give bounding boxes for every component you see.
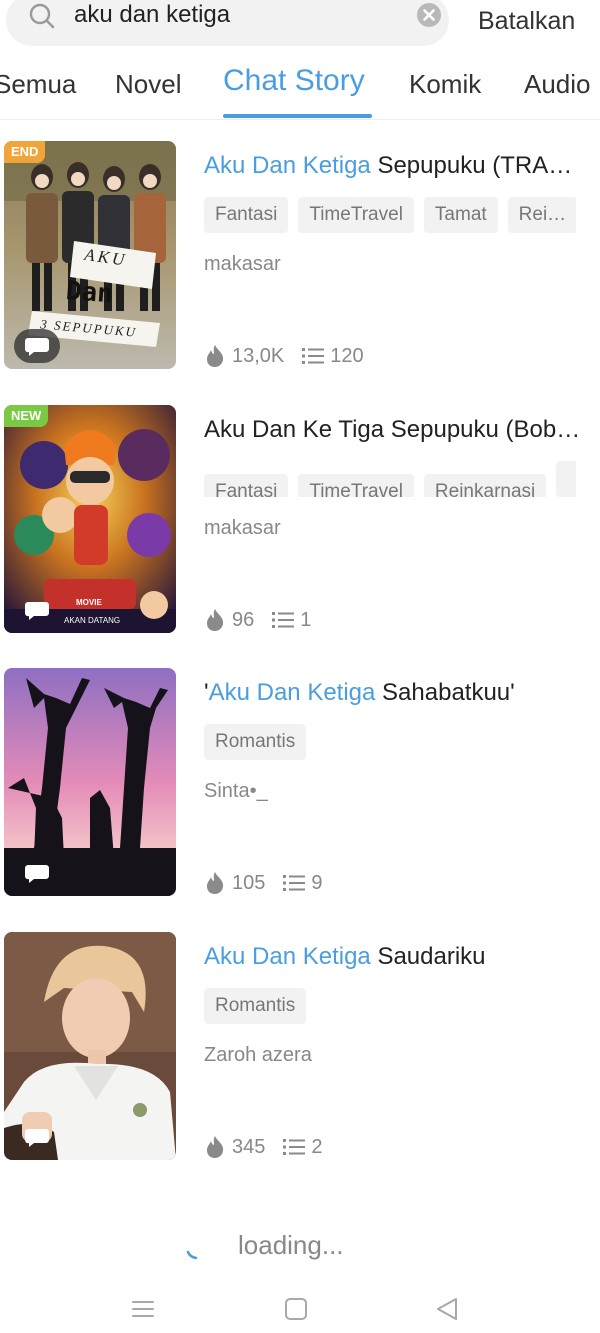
chat-story-icon — [24, 865, 49, 883]
tab-chat-story[interactable]: Chat Story — [223, 65, 365, 97]
chapter-count: 1 — [300, 608, 312, 631]
story-title[interactable]: Aku Dan Ke Tiga Sepupuku (Bob… — [204, 415, 590, 445]
list-icon — [283, 1138, 306, 1155]
chat-story-icon — [14, 329, 60, 363]
tag[interactable] — [556, 461, 576, 497]
menu-icon[interactable] — [130, 1296, 156, 1322]
tag[interactable]: TimeTravel — [298, 197, 414, 233]
system-nav-bar — [0, 1284, 600, 1333]
tag-list: Romantis — [204, 988, 576, 1024]
tab-semua[interactable]: Semua — [0, 68, 76, 100]
title-highlight: Aku Dan Ketiga — [204, 152, 371, 179]
tag[interactable]: Fantasi — [204, 474, 289, 497]
tag[interactable]: TimeTravel — [298, 474, 414, 497]
result-item[interactable]: MOVIE AKAN DATANG NEW Aku Dan Ke Tiga Se… — [0, 405, 600, 645]
story-stats: 96 1 — [204, 605, 329, 633]
view-count: 96 — [232, 608, 255, 631]
chapter-count: 120 — [330, 344, 364, 367]
story-stats: 13,0K 120 — [204, 341, 382, 369]
chat-story-icon — [24, 1129, 49, 1147]
fire-icon — [207, 1135, 224, 1158]
home-icon[interactable] — [283, 1296, 309, 1322]
author-name: Zaroh azera — [204, 1044, 312, 1066]
loading-text: loading... — [238, 1230, 344, 1260]
tag[interactable]: Tamat — [423, 197, 498, 233]
tab-novel[interactable]: Novel — [115, 68, 181, 100]
new-badge: NEW — [4, 405, 49, 427]
tag[interactable]: Rei… — [507, 197, 576, 233]
tag[interactable]: Fantasi — [204, 197, 289, 233]
author-name: makasar — [204, 517, 281, 539]
tab-audio[interactable]: Audio — [524, 68, 591, 100]
result-item[interactable]: 'Aku Dan Ketiga Sahabatkuu' Romantis Sin… — [0, 668, 600, 908]
chapter-count: 2 — [311, 1135, 323, 1158]
tag-list: Fantasi TimeTravel Reinkarnasi — [204, 461, 576, 497]
list-icon — [283, 874, 306, 891]
clear-icon[interactable] — [415, 1, 443, 29]
search-icon — [29, 3, 55, 29]
title-rest: Saudariku — [370, 943, 486, 970]
loading-indicator: loading... — [0, 1224, 600, 1268]
view-count: 13,0K — [232, 344, 285, 367]
tab-komik[interactable]: Komik — [409, 68, 481, 100]
title-highlight: Aku Dan Ketiga — [204, 943, 371, 970]
list-icon — [302, 347, 325, 364]
search-input[interactable]: aku dan ketiga — [74, 0, 230, 30]
back-icon[interactable] — [434, 1296, 460, 1322]
result-item[interactable]: AKU Dan 3 SEPUPUKU END Aku Dan Ketiga Se… — [0, 141, 600, 381]
cover-title-word: MOVIE — [76, 598, 102, 607]
view-count: 105 — [232, 871, 266, 894]
fire-icon — [207, 608, 224, 631]
end-badge: END — [4, 141, 46, 163]
tag-list: Romantis — [204, 724, 576, 760]
story-title[interactable]: Aku Dan Ketiga Saudariku — [204, 942, 590, 972]
story-title[interactable]: 'Aku Dan Ketiga Sahabatkuu' — [204, 678, 590, 708]
story-stats: 105 9 — [204, 868, 341, 896]
story-stats: 345 2 — [204, 1132, 341, 1160]
story-title[interactable]: Aku Dan Ketiga Sepupuku (TRA… — [204, 151, 590, 181]
author-name: makasar — [204, 253, 281, 275]
list-icon — [272, 611, 295, 628]
search-bar: aku dan ketiga Batalkan — [0, 0, 600, 48]
title-highlight: Aku Dan Ketiga — [208, 679, 376, 706]
tag-list: Fantasi TimeTravel Tamat Rei… — [204, 197, 576, 233]
result-item[interactable]: Aku Dan Ketiga Saudariku Romantis Zaroh … — [0, 932, 600, 1172]
spinner-icon — [186, 1250, 198, 1260]
category-tabs: Semua Novel Chat Story Komik Audio — [0, 60, 600, 120]
view-count: 345 — [232, 1135, 266, 1158]
chapter-count: 9 — [311, 871, 323, 894]
tag[interactable]: Romantis — [204, 724, 307, 760]
active-tab-indicator — [223, 114, 372, 118]
title-rest: Aku Dan Ke Tiga Sepupuku (Bob… — [204, 416, 581, 443]
title-rest: Sahabatkuu' — [375, 679, 515, 706]
tag[interactable]: Romantis — [204, 988, 307, 1024]
cancel-button[interactable]: Batalkan — [478, 6, 575, 36]
tag[interactable]: Reinkarnasi — [423, 474, 547, 497]
fire-icon — [207, 871, 224, 894]
cover-title-word: Dan — [65, 276, 114, 309]
cover-title-word: AKAN DATANG — [64, 616, 120, 625]
title-rest: Sepupuku (TRA… — [370, 152, 573, 179]
author-name: Sinta•_ — [204, 780, 268, 802]
search-box[interactable]: aku dan ketiga — [6, 0, 449, 46]
chat-story-icon — [24, 602, 49, 620]
fire-icon — [207, 344, 224, 367]
